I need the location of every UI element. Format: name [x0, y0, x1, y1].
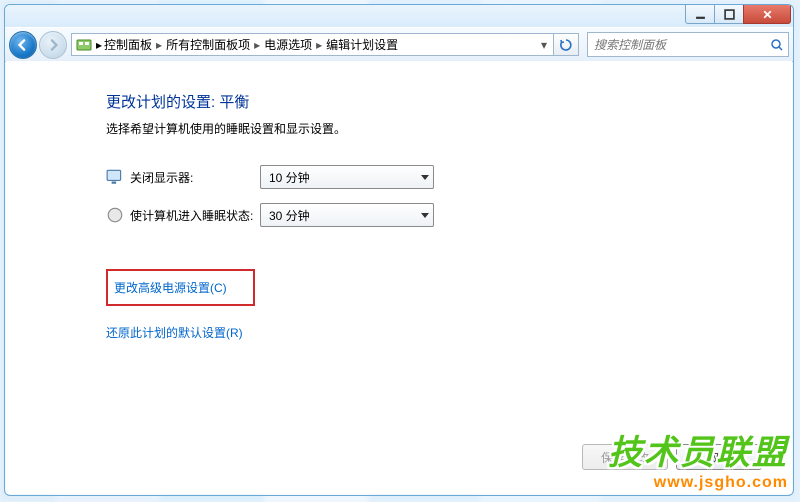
setting-row-sleep: 使计算机进入睡眠状态: 30 分钟 [106, 203, 742, 227]
display-off-value: 10 分钟 [269, 169, 310, 186]
content-area: 更改计划的设置: 平衡 选择希望计算机使用的睡眠设置和显示设置。 关闭显示器: … [6, 61, 792, 494]
restore-defaults-link[interactable]: 还原此计划的默认设置(R) [106, 326, 243, 340]
dropdown-arrow-icon[interactable]: ▾ [535, 38, 553, 52]
explorer-window: ▸ 控制面板▸ 所有控制面板项▸ 电源选项▸ 编辑计划设置 ▾ [4, 4, 794, 496]
close-button[interactable] [743, 5, 791, 24]
save-button: 保存修改 [582, 444, 668, 470]
display-off-dropdown[interactable]: 10 分钟 [260, 165, 434, 189]
breadcrumb[interactable]: ▸ 控制面板▸ 所有控制面板项▸ 电源选项▸ 编辑计划设置 ▾ [71, 33, 554, 56]
sleep-dropdown[interactable]: 30 分钟 [260, 203, 434, 227]
search-input[interactable] [588, 38, 766, 52]
refresh-button[interactable] [554, 33, 579, 56]
search-box[interactable] [587, 32, 789, 57]
breadcrumb-item[interactable]: 编辑计划设置 [324, 36, 400, 53]
footer-buttons: 保存修改 取消 [582, 444, 762, 470]
setting-row-display: 关闭显示器: 10 分钟 [106, 165, 742, 189]
breadcrumb-item[interactable]: 所有控制面板项▸ [164, 36, 262, 53]
sleep-value: 30 分钟 [269, 207, 310, 224]
back-button[interactable] [9, 31, 37, 59]
monitor-icon [106, 169, 124, 185]
titlebar [5, 5, 793, 27]
breadcrumb-item[interactable]: 电源选项▸ [262, 36, 324, 53]
display-off-label: 关闭显示器: [130, 169, 260, 186]
search-icon[interactable] [766, 38, 788, 52]
chevron-down-icon [421, 213, 429, 218]
cancel-button[interactable]: 取消 [676, 444, 762, 470]
advanced-settings-link[interactable]: 更改高级电源设置(C) [114, 281, 227, 295]
forward-button[interactable] [39, 31, 67, 59]
page-title: 更改计划的设置: 平衡 [106, 91, 742, 112]
sleep-label: 使计算机进入睡眠状态: [130, 207, 260, 224]
highlight-box: 更改高级电源设置(C) [106, 269, 255, 306]
navbar: ▸ 控制面板▸ 所有控制面板项▸ 电源选项▸ 编辑计划设置 ▾ [5, 27, 793, 62]
moon-icon [106, 207, 124, 223]
control-panel-icon [76, 37, 92, 53]
chevron-down-icon [421, 175, 429, 180]
maximize-button[interactable] [714, 5, 744, 24]
page-subtitle: 选择希望计算机使用的睡眠设置和显示设置。 [106, 120, 742, 137]
minimize-button[interactable] [685, 5, 715, 24]
breadcrumb-item[interactable]: 控制面板▸ [102, 36, 164, 53]
